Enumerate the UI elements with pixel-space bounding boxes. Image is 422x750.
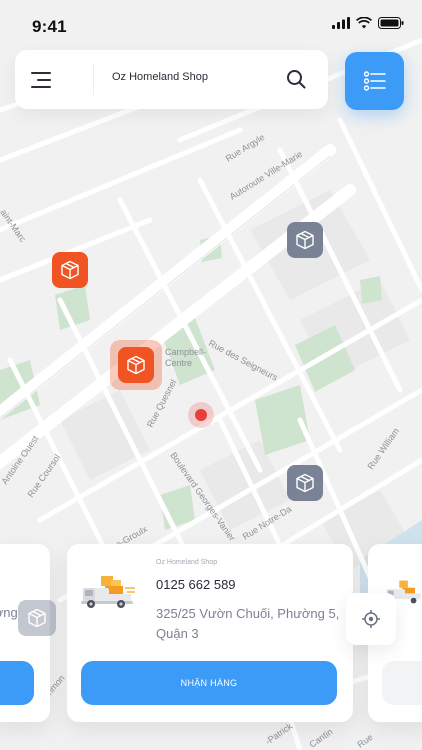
battery-icon — [378, 17, 404, 29]
card-address: 325/25 Vườn Chuối, Phường 5, Quận 3 — [156, 606, 340, 641]
package-icon — [127, 355, 145, 375]
wifi-icon — [356, 17, 372, 29]
package-marker — [18, 600, 56, 636]
list-view-button[interactable] — [345, 52, 404, 110]
package-icon — [296, 473, 314, 493]
package-marker[interactable] — [287, 465, 323, 501]
divider — [93, 64, 94, 95]
prev-card-address: ường — [0, 605, 18, 620]
status-icons — [332, 17, 404, 29]
locate-icon — [362, 610, 380, 628]
next-card-button[interactable] — [382, 661, 422, 705]
truck-icon — [81, 576, 135, 608]
status-bar: 9:41 — [0, 0, 422, 50]
card-shop-name: Oz Homeland Shop — [156, 559, 218, 566]
list-icon — [363, 71, 386, 91]
package-marker[interactable] — [287, 222, 323, 258]
package-marker[interactable] — [52, 252, 88, 288]
shop-name: Oz Homeland Shop — [112, 71, 208, 83]
package-icon — [296, 230, 314, 250]
search-icon[interactable] — [284, 67, 308, 91]
menu-icon[interactable] — [31, 67, 59, 93]
locate-button[interactable] — [346, 593, 396, 645]
card-phone: 0125 662 589 — [156, 577, 236, 592]
package-icon — [61, 260, 79, 280]
status-time: 9:41 — [32, 17, 67, 36]
user-location-dot — [188, 402, 214, 428]
receive-order-button[interactable]: NHẬN HÀNG — [81, 661, 337, 705]
selected-package-marker[interactable] — [118, 347, 154, 383]
package-icon — [28, 608, 46, 628]
delivery-card: Oz Homeland Shop 0125 662 589 325/25 Vườ… — [67, 544, 353, 722]
street-label: Centre — [165, 358, 192, 368]
street-label: Campbell- — [165, 347, 206, 357]
signal-icon — [332, 17, 350, 29]
search-bar: Oz Homeland Shop — [15, 50, 328, 109]
prev-card-button[interactable] — [0, 661, 34, 705]
